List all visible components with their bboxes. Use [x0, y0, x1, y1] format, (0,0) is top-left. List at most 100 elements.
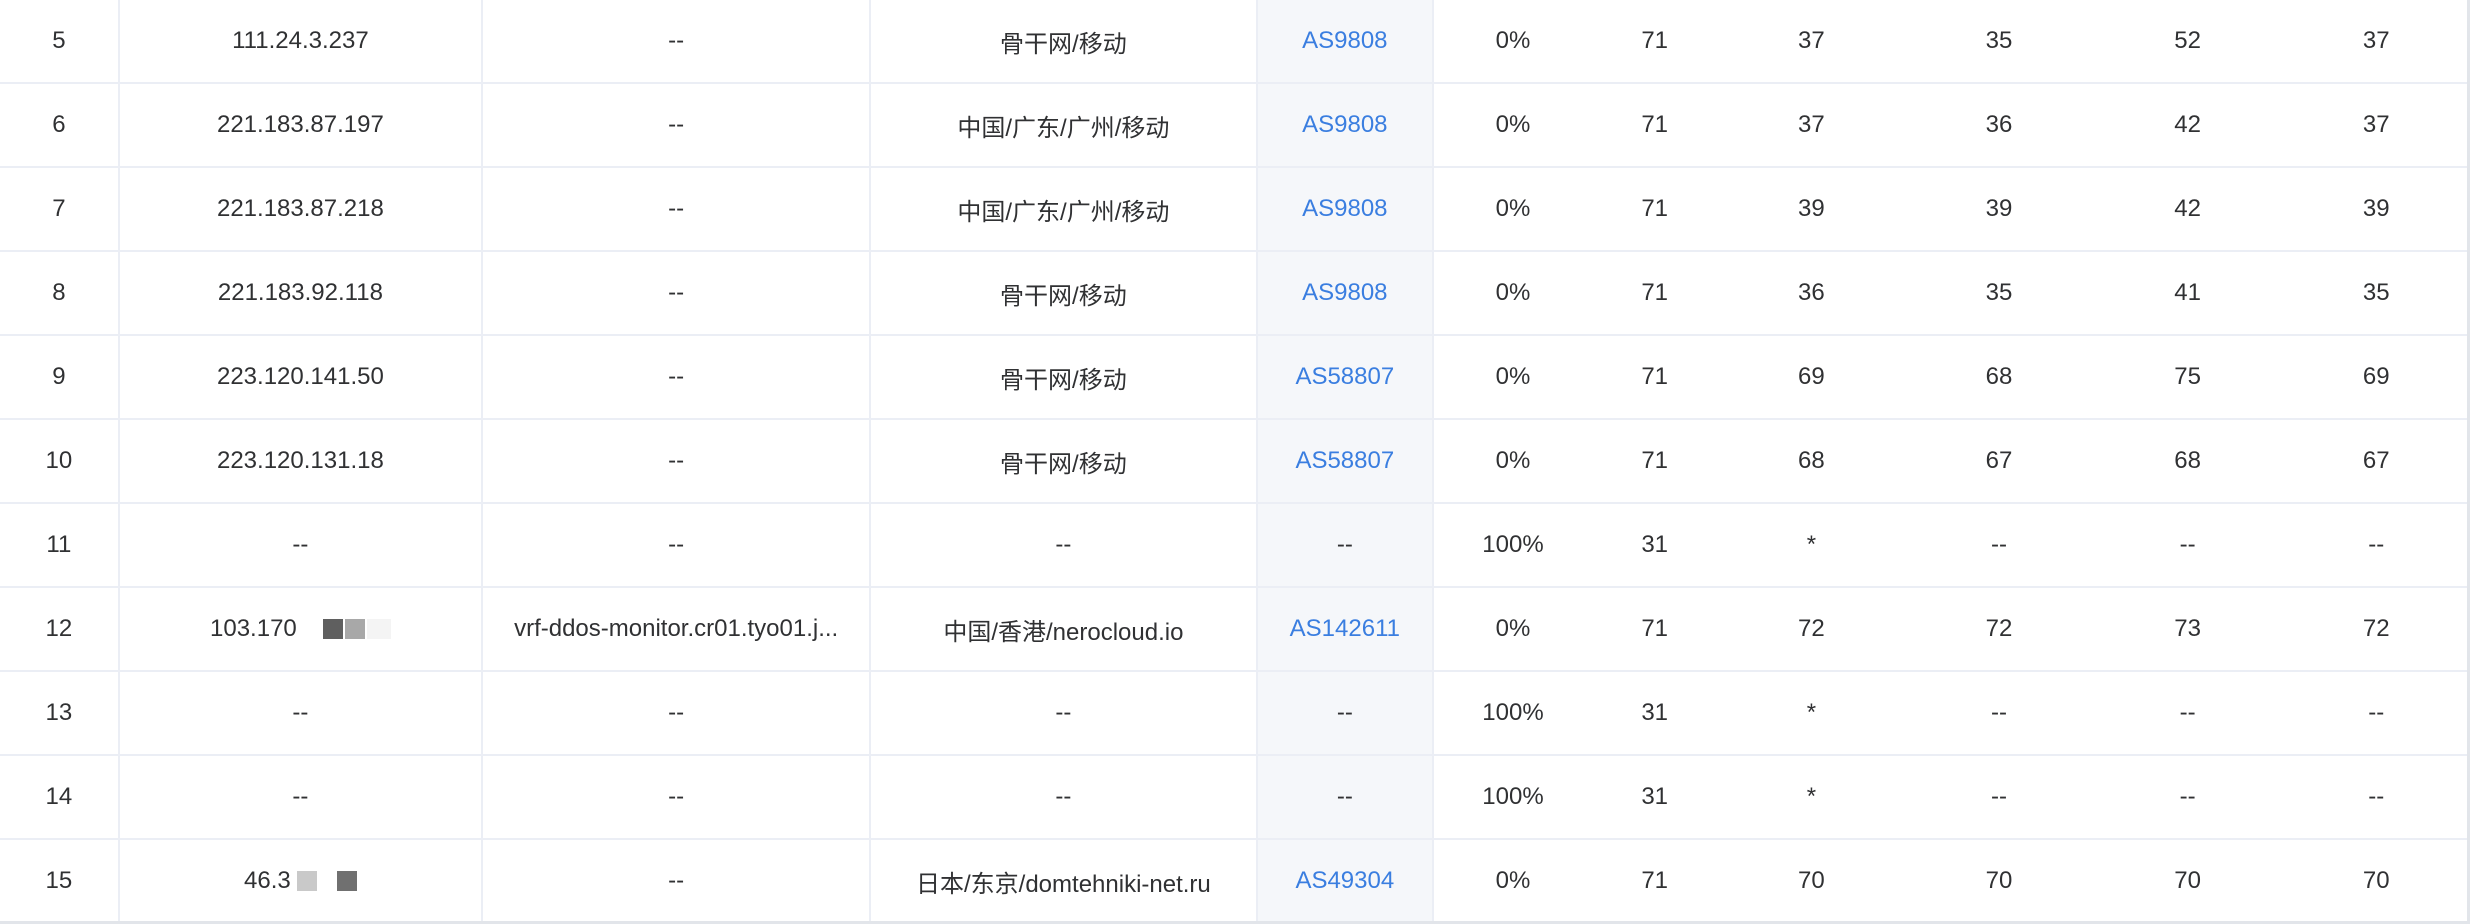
asn-link[interactable]: AS9808: [1257, 168, 1435, 250]
asn-link[interactable]: AS49304: [1257, 840, 1435, 922]
hop-avg: 68: [1985, 363, 2013, 390]
hop-location: 日本/东京/domtehniki-net.ru: [871, 840, 1258, 922]
hop-sent: 71: [1641, 447, 1669, 474]
redaction-block: [322, 619, 343, 639]
table-row: 12 103.170 vrf-ddos-monitor.cr01.tyo01.j…: [0, 588, 2470, 672]
hop-location: 中国/广东/广州/移动: [871, 168, 1258, 250]
hop-worst: 35: [2362, 279, 2390, 306]
hop-location: 骨干网/移动: [871, 252, 1258, 334]
hop-number: 5: [0, 0, 120, 82]
hop-ip: 223.120.141.50: [120, 336, 484, 418]
hop-number: 15: [0, 840, 120, 922]
hop-best: 68: [2174, 447, 2201, 474]
hop-sent: 71: [1641, 27, 1669, 54]
hop-hostname: --: [483, 0, 872, 82]
table-row: 13 -- -- -- -- 100% 31 * -- -- --: [0, 672, 2470, 756]
hop-avg: --: [1990, 783, 2007, 810]
hop-last: 69: [1798, 363, 1825, 390]
hop-best: --: [2179, 783, 2196, 810]
hop-loss: 100%: [1482, 699, 1544, 726]
hop-sent: 71: [1641, 195, 1669, 222]
hop-sent: 71: [1641, 867, 1669, 894]
hop-sent: 71: [1641, 111, 1669, 138]
hop-best: 42: [2174, 195, 2201, 222]
hop-hostname: --: [483, 420, 872, 502]
hop-last: 37: [1798, 111, 1825, 138]
hop-hostname: --: [483, 252, 872, 334]
hop-location: 骨干网/移动: [871, 0, 1258, 82]
hop-best: 42: [2174, 111, 2201, 138]
hop-last: *: [1806, 783, 1817, 810]
table-row: 6 221.183.87.197 -- 中国/广东/广州/移动 AS9808 0…: [0, 84, 2470, 168]
table-row: 11 -- -- -- -- 100% 31 * -- -- --: [0, 504, 2470, 588]
hop-last: *: [1806, 531, 1817, 558]
hop-loss: 0%: [1495, 447, 1531, 474]
hop-worst: 37: [2362, 27, 2390, 54]
traceroute-table: 5 111.24.3.237 -- 骨干网/移动 AS9808 0% 71 37…: [0, 0, 2470, 924]
hop-last: 36: [1798, 279, 1825, 306]
hop-worst: --: [2368, 531, 2385, 558]
hop-ip-text: 46.3: [244, 867, 291, 894]
hop-last: 37: [1798, 27, 1825, 54]
hop-sent: 31: [1641, 783, 1669, 810]
table-row: 10 223.120.131.18 -- 骨干网/移动 AS58807 0% 7…: [0, 420, 2470, 504]
hop-hostname: --: [483, 84, 872, 166]
asn-link[interactable]: AS9808: [1257, 0, 1435, 82]
hop-loss: 0%: [1495, 279, 1531, 306]
hop-ip: 46.3: [120, 840, 484, 922]
hop-number: 14: [0, 756, 120, 838]
hop-worst: 69: [2362, 363, 2390, 390]
asn-link[interactable]: AS9808: [1257, 84, 1435, 166]
hop-hostname: --: [483, 504, 872, 586]
hop-ip: 103.170: [120, 588, 484, 670]
hop-best: 41: [2174, 279, 2201, 306]
hop-number: 13: [0, 672, 120, 754]
hop-ip: --: [120, 756, 484, 838]
hop-worst: 39: [2362, 195, 2390, 222]
asn-link[interactable]: AS58807: [1257, 420, 1435, 502]
hop-hostname: --: [483, 756, 872, 838]
hop-location: --: [871, 756, 1258, 838]
hop-loss: 0%: [1495, 867, 1531, 894]
asn-link[interactable]: AS58807: [1257, 336, 1435, 418]
hop-number: 10: [0, 420, 120, 502]
table-row: 7 221.183.87.218 -- 中国/广东/广州/移动 AS9808 0…: [0, 168, 2470, 252]
hop-loss: 100%: [1482, 531, 1544, 558]
hop-loss: 0%: [1495, 111, 1531, 138]
hop-sent: 71: [1641, 279, 1669, 306]
hop-sent: 71: [1641, 615, 1669, 642]
hop-last: 68: [1798, 447, 1825, 474]
hop-ip: 221.183.87.197: [120, 84, 484, 166]
hop-best: 75: [2174, 363, 2201, 390]
redaction-block: [336, 871, 357, 891]
table-row: 5 111.24.3.237 -- 骨干网/移动 AS9808 0% 71 37…: [0, 0, 2470, 84]
hop-last: 72: [1798, 615, 1825, 642]
hop-avg: 67: [1985, 447, 2013, 474]
hop-loss: 100%: [1482, 783, 1544, 810]
hop-hostname: vrf-ddos-monitor.cr01.tyo01.j...: [483, 588, 872, 670]
asn-cell: --: [1257, 672, 1435, 754]
hop-avg: 35: [1985, 27, 2013, 54]
hop-worst: 67: [2362, 447, 2390, 474]
asn-cell: --: [1257, 504, 1435, 586]
asn-link[interactable]: AS142611: [1257, 588, 1435, 670]
hop-loss: 0%: [1495, 363, 1531, 390]
hop-last: *: [1806, 699, 1817, 726]
hop-hostname: --: [483, 840, 872, 922]
table-row: 8 221.183.92.118 -- 骨干网/移动 AS9808 0% 71 …: [0, 252, 2470, 336]
hop-avg: --: [1990, 699, 2007, 726]
hop-location: --: [871, 504, 1258, 586]
hop-avg: 72: [1985, 615, 2013, 642]
hop-sent: 31: [1641, 531, 1669, 558]
hop-ip: 111.24.3.237: [120, 0, 484, 82]
hop-location: 中国/广东/广州/移动: [871, 84, 1258, 166]
hop-avg: 39: [1985, 195, 2013, 222]
hop-hostname: --: [483, 336, 872, 418]
hop-best: 52: [2174, 27, 2201, 54]
hop-number: 12: [0, 588, 120, 670]
hop-sent: 71: [1641, 363, 1669, 390]
asn-link[interactable]: AS9808: [1257, 252, 1435, 334]
hop-number: 7: [0, 168, 120, 250]
hop-ip: --: [120, 672, 484, 754]
redaction-block: [366, 619, 391, 639]
